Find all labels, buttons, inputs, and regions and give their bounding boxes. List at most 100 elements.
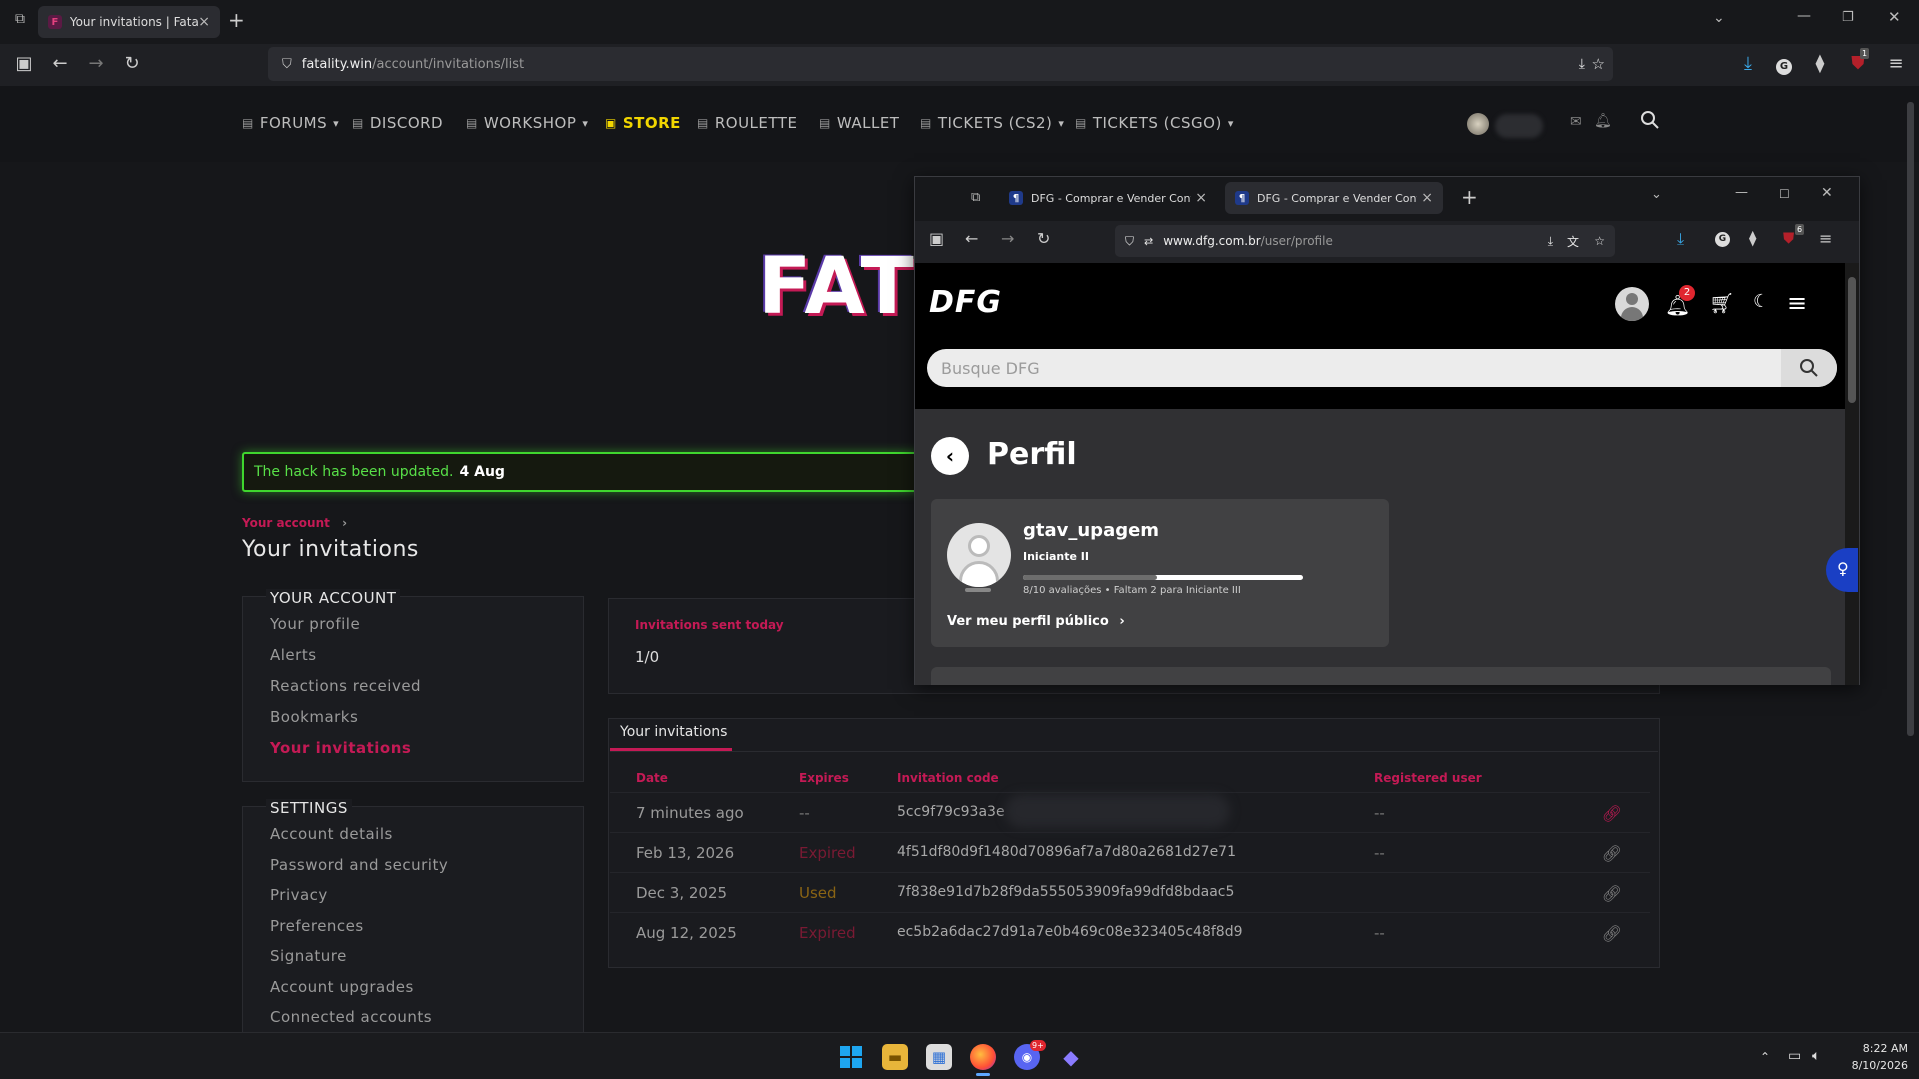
popup-menu-icon[interactable]: ≡ bbox=[1819, 229, 1832, 248]
avatar-edit-dots[interactable] bbox=[965, 588, 991, 592]
sidebar-item-account-upgrades[interactable]: Account upgrades bbox=[270, 978, 414, 996]
tab-list-icon[interactable]: ⧉ bbox=[10, 11, 30, 31]
sidebar-item-connected-accounts[interactable]: Connected accounts bbox=[270, 1008, 432, 1026]
extensions-icon[interactable]: ⧫ bbox=[1808, 52, 1832, 76]
messages-icon[interactable]: ✉ bbox=[1570, 114, 1582, 130]
popup-tab-dropdown-icon[interactable]: ⌄ bbox=[1651, 187, 1662, 202]
dfg-search-icon[interactable] bbox=[1781, 349, 1837, 387]
nav-item-roulette[interactable]: ▤ ROULETTE bbox=[697, 114, 797, 132]
popup-maximize-button[interactable]: ☐ bbox=[1779, 187, 1790, 201]
restore-button[interactable]: ❐ bbox=[1842, 10, 1854, 25]
tab-list-dropdown-icon[interactable]: ⌄ bbox=[1713, 10, 1725, 26]
popup-minimize-button[interactable]: — bbox=[1735, 185, 1748, 200]
link-icon[interactable]: 🔗︎ bbox=[1602, 804, 1622, 823]
address-bar[interactable]: ⛉ fatality.win /account/invitations/list… bbox=[268, 47, 1613, 81]
popup-close-button[interactable]: ✕ bbox=[1821, 185, 1833, 201]
row-code[interactable]: 4f51df80d9f1480d70896af7a7d80a2681d27e71 bbox=[897, 844, 1236, 860]
popup-account-g-icon[interactable]: G bbox=[1715, 232, 1730, 247]
breadcrumb[interactable]: Your account › bbox=[242, 516, 347, 530]
public-profile-link[interactable]: Ver meu perfil público › bbox=[947, 614, 1125, 629]
link-icon[interactable]: 🔗︎ bbox=[1602, 924, 1622, 943]
page-scrollbar-thumb[interactable] bbox=[1907, 102, 1914, 736]
translate-icon[interactable]: 文 bbox=[1567, 233, 1579, 250]
dark-mode-icon[interactable]: ☾ bbox=[1753, 291, 1769, 312]
nav-item-tickets-cs2[interactable]: ▤ TICKETS (CS2) ▾ bbox=[920, 114, 1064, 132]
nav-item-workshop[interactable]: ▤ WORKSHOP ▾ bbox=[466, 114, 588, 132]
popup-tab-1[interactable]: ¶ DFG - Comprar e Vender Conta × bbox=[999, 182, 1217, 214]
tray-date[interactable]: 8/10/2026 bbox=[1846, 1059, 1908, 1072]
page-save-icon[interactable]: ⤓ bbox=[1579, 56, 1585, 72]
minimize-button[interactable]: — bbox=[1797, 8, 1811, 24]
sidebar-item-password-and-security[interactable]: Password and security bbox=[270, 856, 448, 874]
link-icon[interactable]: 🔗︎ bbox=[1602, 844, 1622, 863]
scrollbar-thumb[interactable] bbox=[1848, 277, 1856, 403]
sidebar-item-account-details[interactable]: Account details bbox=[270, 825, 393, 843]
popup-ublock-icon[interactable]: ⛊ 6 bbox=[1783, 224, 1805, 247]
popup-downloads-icon[interactable]: ⤓ bbox=[1677, 229, 1684, 249]
row-code[interactable]: 5cc9f79c93a3e bbox=[897, 804, 1005, 820]
sidebar-item-your-profile[interactable]: Your profile bbox=[270, 615, 360, 633]
close-icon[interactable]: × bbox=[1195, 190, 1207, 206]
cart-icon[interactable]: 🛒︎ bbox=[1709, 291, 1734, 315]
close-window-button[interactable]: ✕ bbox=[1888, 8, 1901, 26]
popup-address-bar[interactable]: ⛉ ⇄ www.dfg.com.br /user/profile ⤓ 文 ☆ bbox=[1115, 225, 1615, 257]
nav-item-wallet[interactable]: ▤ WALLET bbox=[819, 114, 899, 132]
windows-start-icon[interactable] bbox=[838, 1044, 864, 1070]
tab-your-invitations[interactable]: Your invitations bbox=[620, 724, 727, 740]
search-icon[interactable] bbox=[1640, 110, 1660, 130]
sidebar-item-your-invitations[interactable]: Your invitations bbox=[270, 739, 411, 757]
tray-time[interactable]: 8:22 AM bbox=[1846, 1042, 1908, 1055]
row-code[interactable]: ec5b2a6dac27d91a7e0b469c08e323405c48f8d9 bbox=[897, 924, 1243, 940]
popup-back-icon[interactable]: ← bbox=[965, 229, 978, 248]
bookmark-star-icon[interactable]: ☆ bbox=[1594, 234, 1605, 248]
nav-item-forums[interactable]: ▤ FORUMS ▾ bbox=[242, 114, 339, 132]
app-diamond-icon[interactable]: ◆ bbox=[1058, 1044, 1084, 1070]
volume-icon[interactable]: 🔈︎ bbox=[1812, 1048, 1820, 1064]
firefox-icon[interactable] bbox=[970, 1044, 996, 1070]
breadcrumb-your-account[interactable]: Your account bbox=[242, 516, 330, 530]
bookmark-star-icon[interactable]: ☆ bbox=[1592, 55, 1605, 73]
link-icon[interactable]: 🔗︎ bbox=[1602, 884, 1622, 903]
page-save-icon[interactable]: ⤓ bbox=[1548, 234, 1553, 249]
dfg-logo[interactable]: DFG bbox=[929, 285, 1002, 320]
sidebar-item-preferences[interactable]: Preferences bbox=[270, 917, 364, 935]
username-blurred[interactable] bbox=[1495, 114, 1543, 138]
nav-item-store[interactable]: ▣ STORE bbox=[605, 114, 681, 132]
forward-icon[interactable]: → bbox=[84, 52, 108, 76]
popup-forward-icon[interactable]: → bbox=[1001, 229, 1014, 248]
close-icon[interactable]: × bbox=[198, 14, 210, 30]
row-code[interactable]: 7f838e91d7b28f9da555053909fa99dfd8bdaac5 bbox=[897, 884, 1234, 900]
sidebar-toggle-icon[interactable]: ▣ bbox=[12, 52, 36, 76]
popup-new-tab-button[interactable]: + bbox=[1461, 185, 1478, 209]
popup-reload-icon[interactable]: ↻ bbox=[1037, 229, 1050, 248]
nav-item-tickets-csgo[interactable]: ▤ TICKETS (CSGO) ▾ bbox=[1075, 114, 1234, 132]
sidebar-item-signature[interactable]: Signature bbox=[270, 947, 347, 965]
ms-store-icon[interactable]: ▦ bbox=[926, 1044, 952, 1070]
back-icon[interactable]: ← bbox=[48, 52, 72, 76]
sidebar-item-bookmarks[interactable]: Bookmarks bbox=[270, 708, 358, 726]
browser-tab-active[interactable]: F Your invitations | Fatality × bbox=[38, 6, 220, 38]
network-icon[interactable]: ▭ bbox=[1788, 1048, 1801, 1064]
profile-avatar-icon[interactable] bbox=[1615, 287, 1649, 321]
back-chevron-button[interactable]: ‹ bbox=[931, 437, 969, 475]
popup-tab-list-icon[interactable]: ⧉ bbox=[971, 190, 980, 205]
popup-extensions-icon[interactable]: ⧫ bbox=[1749, 229, 1756, 247]
user-avatar[interactable] bbox=[1467, 113, 1489, 135]
sidebar-item-alerts[interactable]: Alerts bbox=[270, 646, 317, 664]
close-icon[interactable]: × bbox=[1421, 190, 1433, 206]
account-g-icon[interactable]: G bbox=[1772, 52, 1796, 76]
alerts-bell-icon[interactable]: 🔔︎ bbox=[1594, 113, 1612, 129]
popup-tab-2[interactable]: ¶ DFG - Comprar e Vender Conta × bbox=[1225, 182, 1443, 214]
new-tab-button[interactable]: + bbox=[228, 8, 245, 32]
sidebar-item-reactions-received[interactable]: Reactions received bbox=[270, 677, 421, 695]
file-explorer-icon[interactable]: ▬ bbox=[882, 1044, 908, 1070]
dfg-search-input[interactable]: Busque DFG bbox=[927, 349, 1837, 387]
popup-sidebar-icon[interactable]: ▣ bbox=[929, 229, 944, 248]
tray-chevron-up-icon[interactable]: ⌃ bbox=[1760, 1050, 1770, 1064]
nav-item-discord[interactable]: ▤ DISCORD bbox=[352, 114, 443, 132]
menu-hamburger-icon[interactable]: ≡ bbox=[1884, 52, 1908, 76]
sidebar-item-privacy[interactable]: Privacy bbox=[270, 886, 328, 904]
reload-icon[interactable]: ↻ bbox=[120, 52, 144, 76]
downloads-icon[interactable]: ⤓ bbox=[1736, 52, 1760, 76]
hamburger-menu-icon[interactable]: ≡ bbox=[1787, 289, 1807, 317]
